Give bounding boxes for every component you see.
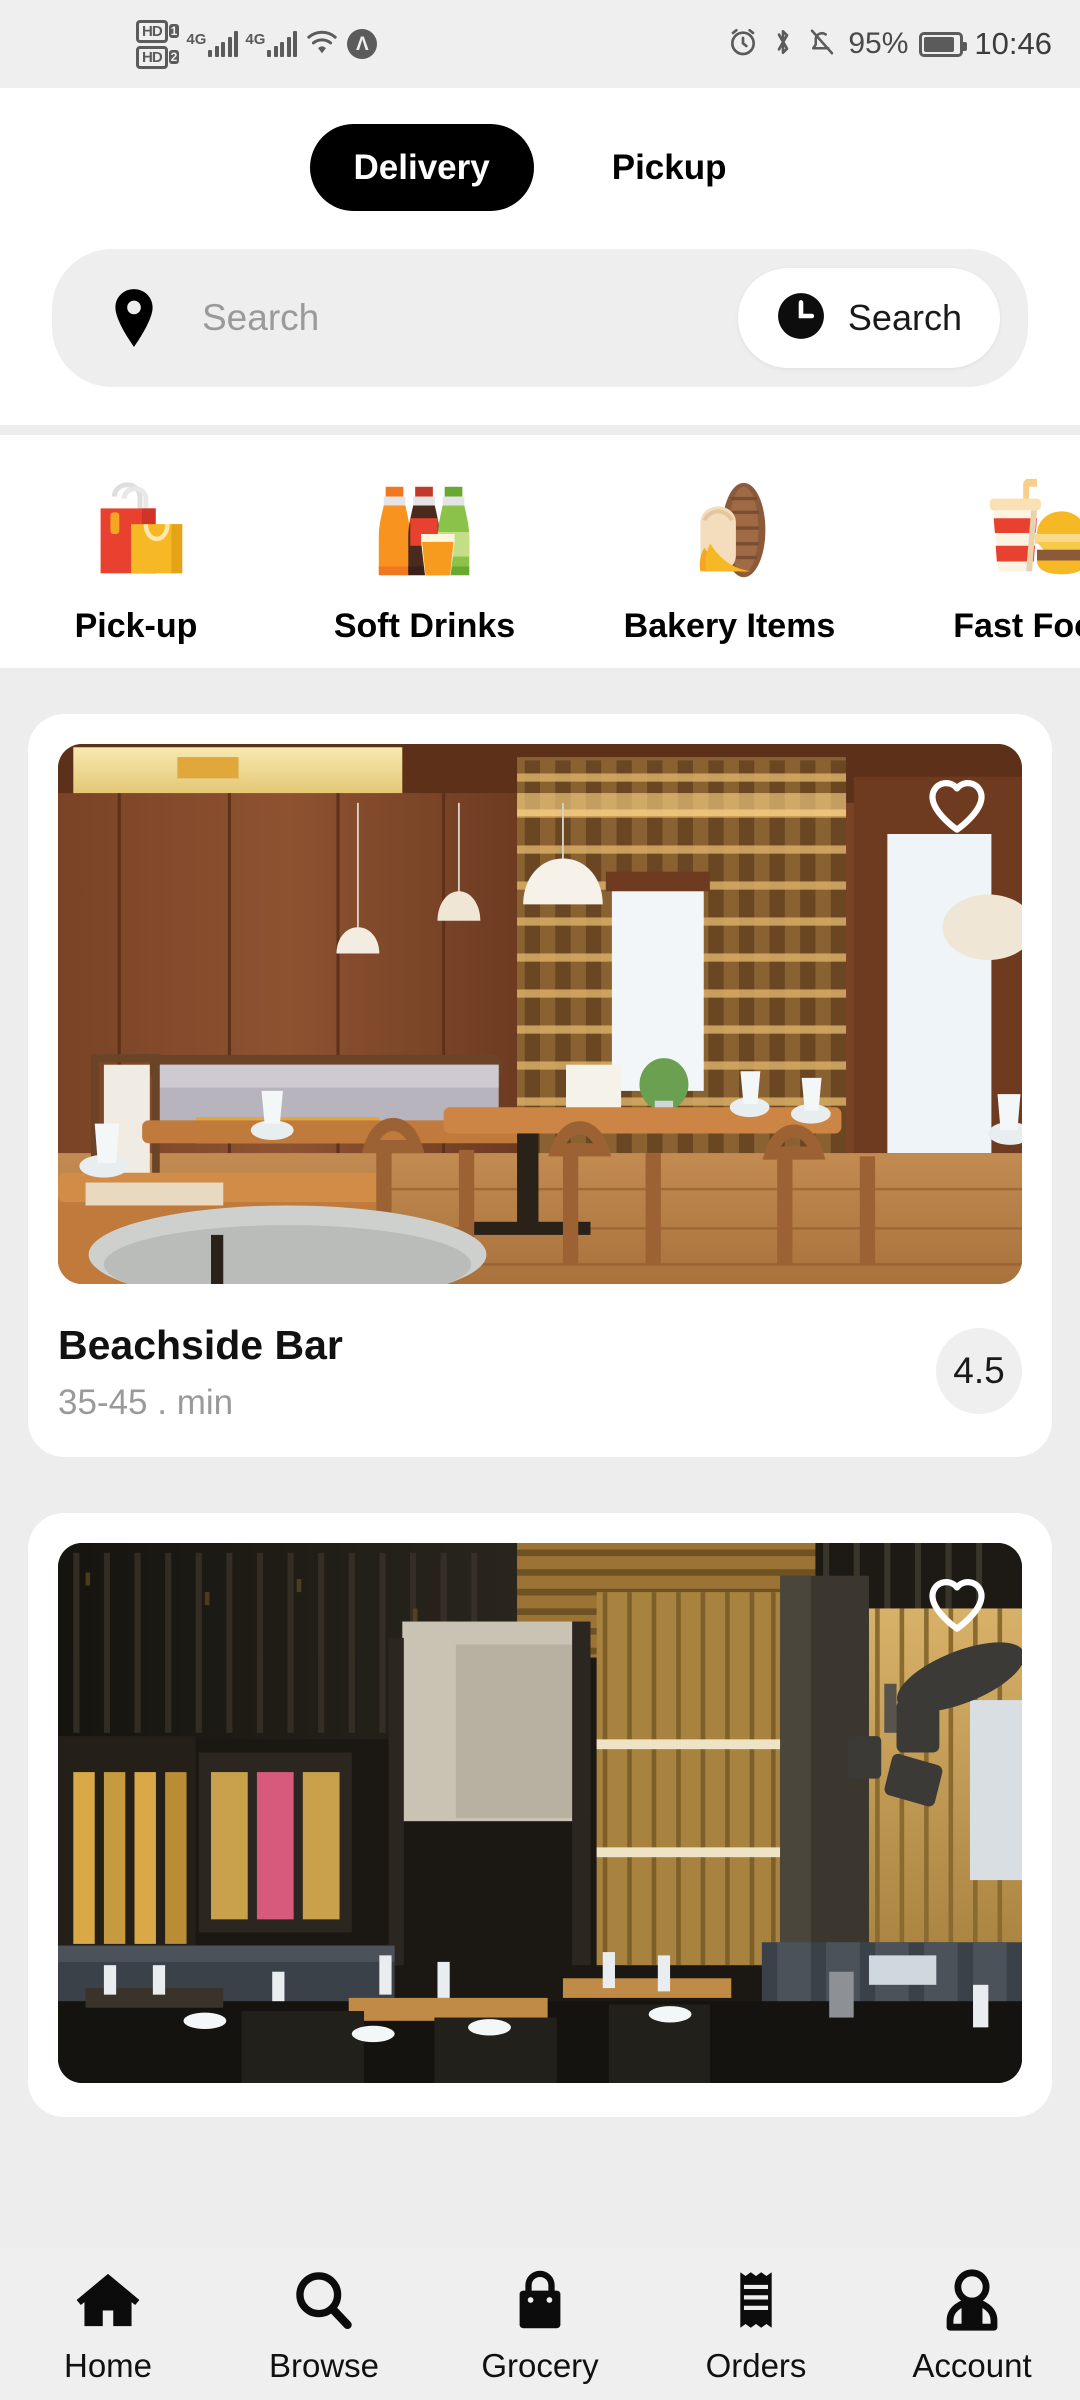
category-item-pickup[interactable]: Pick-up [0, 469, 272, 646]
signal-indicator-2: 4G [245, 31, 298, 57]
tab-pickup[interactable]: Pickup [568, 124, 771, 211]
signal-indicator-1: 4G [186, 31, 239, 57]
restaurant-card[interactable] [28, 1513, 1052, 2118]
restaurant-card[interactable]: Beachside Bar 35-45 . min 4.5 [28, 714, 1052, 1458]
battery-percent-label: 95% [848, 27, 909, 60]
category-label: Fast Food [953, 607, 1080, 645]
nav-item-browse[interactable]: Browse [216, 2268, 432, 2385]
search-button[interactable]: Search [737, 268, 1000, 368]
nav-label: Home [63, 2347, 153, 2384]
restaurant-meta: Beachside Bar 35-45 . min 4.5 [58, 1322, 1022, 1423]
network-type-label: 4G [186, 31, 207, 48]
nav-item-home[interactable]: Home [0, 2268, 216, 2385]
category-item-fast-food[interactable]: Fast Food [882, 469, 1080, 646]
status-bar: HD 1 HD 2 4G 4G Λ 95% 10:46 [0, 0, 1080, 88]
nav-label: Orders [705, 2347, 807, 2384]
sim-2-number: 2 [168, 50, 180, 64]
hd-icon: HD [136, 45, 168, 69]
dual-sim-indicator: HD 1 HD 2 [136, 19, 180, 69]
delivery-time: 35-45 . min [58, 1383, 234, 1423]
mute-icon [807, 26, 837, 63]
app-header: Delivery Pickup Search Search [0, 88, 1080, 425]
restaurant-name: Beachside Bar [58, 1322, 343, 1368]
nav-item-account[interactable]: Account [864, 2268, 1080, 2385]
home-icon [74, 2268, 142, 2337]
nav-item-grocery[interactable]: Grocery [432, 2268, 648, 2385]
nav-label: Browse [268, 2347, 380, 2384]
search-button-label: Search [847, 297, 962, 338]
vpn-icon: Λ [347, 29, 378, 59]
status-bar-right: 95% 10:46 [727, 26, 1052, 63]
restaurant-image [58, 1543, 1022, 2084]
category-label: Pick-up [74, 607, 198, 645]
hd-icon: HD [136, 19, 168, 43]
category-label: Soft Drinks [333, 607, 516, 645]
tab-delivery[interactable]: Delivery [309, 124, 534, 211]
location-pin-icon [108, 287, 160, 349]
category-label: Bakery Items [623, 607, 836, 645]
category-row[interactable]: Pick-up Soft Drinks Bakery Items Fast Fo [0, 435, 1080, 668]
favorite-heart-icon[interactable] [926, 774, 988, 836]
network-type-label: 4G [245, 31, 266, 48]
status-bar-left: HD 1 HD 2 4G 4G Λ [136, 19, 378, 69]
category-item-bakery[interactable]: Bakery Items [577, 469, 882, 646]
favorite-heart-icon[interactable] [926, 1573, 988, 1635]
restaurant-info: Beachside Bar 35-45 . min [58, 1322, 936, 1423]
receipt-icon [722, 2268, 790, 2337]
restaurant-feed: Beachside Bar 35-45 . min 4.5 [0, 668, 1080, 2118]
search-icon [290, 2268, 358, 2337]
battery-icon [919, 31, 968, 57]
signal-bars-icon [267, 31, 298, 57]
wifi-icon [304, 27, 340, 62]
search-bar[interactable]: Search Search [52, 249, 1028, 387]
nav-label: Grocery [481, 2347, 599, 2384]
bottom-navigation[interactable]: Home Browse Grocery Orders Account [0, 2248, 1080, 2400]
clock-icon [776, 291, 826, 346]
bluetooth-icon [770, 26, 796, 63]
signal-bars-icon [208, 31, 239, 57]
shopping-bags-icon [77, 469, 195, 591]
rating-badge: 4.5 [936, 1328, 1022, 1414]
burger-drink-icon [976, 469, 1080, 591]
shopping-bag-icon [506, 2268, 574, 2337]
sim-1-number: 1 [168, 24, 180, 38]
alarm-icon [727, 26, 759, 63]
hd-sim-2: HD 2 [136, 45, 180, 69]
person-icon [938, 2268, 1006, 2337]
nav-label: Account [912, 2347, 1032, 2384]
category-item-soft-drinks[interactable]: Soft Drinks [272, 469, 577, 646]
delivery-pickup-toggle: Delivery Pickup [0, 124, 1080, 211]
restaurant-image [58, 744, 1022, 1284]
bread-loaf-icon [671, 469, 789, 591]
hd-sim-1: HD 1 [136, 19, 180, 43]
nav-item-orders[interactable]: Orders [648, 2268, 864, 2385]
clock-label: 10:46 [974, 26, 1052, 61]
soda-bottles-icon [366, 469, 484, 591]
search-input[interactable]: Search [202, 297, 738, 339]
section-divider [0, 425, 1080, 435]
